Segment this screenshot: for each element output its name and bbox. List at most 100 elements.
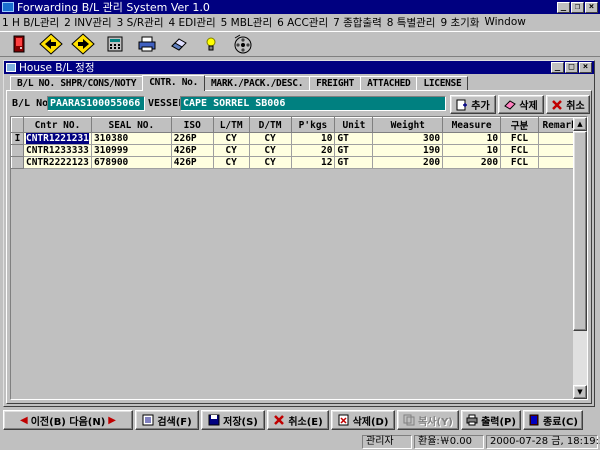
menu-edi[interactable]: 4 EDI관리 xyxy=(169,15,216,30)
forward-arrow-icon[interactable] xyxy=(68,33,98,55)
menu-inv[interactable]: 2 INV관리 xyxy=(64,15,111,30)
add-doc-icon xyxy=(456,99,468,110)
cell-ltm[interactable]: CY xyxy=(213,132,250,145)
calculator-icon[interactable] xyxy=(100,33,130,55)
cell-unit[interactable]: GT xyxy=(334,132,374,145)
row-header[interactable] xyxy=(11,156,24,169)
cell-measure[interactable]: 10 xyxy=(442,132,502,145)
save-button[interactable]: 저장(S) xyxy=(201,410,265,430)
exit-icon[interactable] xyxy=(4,33,34,55)
cell-pkgs[interactable]: 12 xyxy=(291,156,336,169)
scroll-up-arrow-icon[interactable]: ▲ xyxy=(573,117,587,131)
col-pkgs[interactable]: P'kgs xyxy=(290,117,336,133)
cell-ltm[interactable]: CY xyxy=(213,144,250,157)
table-row[interactable]: CNTR1233333 310999 426P CY CY 20 GT 190 … xyxy=(11,144,587,157)
bl-no-field[interactable]: PAARAS100055066 xyxy=(47,96,145,111)
col-ltm[interactable]: L/TM xyxy=(212,117,250,133)
tab-freight[interactable]: FREIGHT xyxy=(309,76,362,90)
prev-next-button[interactable]: ◀ 이전(B) 다음(N) ▶ xyxy=(3,410,133,430)
save-label: 저장(S) xyxy=(223,416,258,428)
cell-unit[interactable]: GT xyxy=(334,144,374,157)
cell-cntr-no[interactable]: CNTR1233333 xyxy=(23,144,92,157)
menu-acc[interactable]: 6 ACC관리 xyxy=(277,15,328,30)
child-close-button[interactable]: × xyxy=(579,62,592,73)
col-cntr-no[interactable]: Cntr NO. xyxy=(22,117,92,133)
col-measure[interactable]: Measure xyxy=(442,117,502,133)
col-iso[interactable]: ISO xyxy=(170,117,214,133)
col-weight[interactable]: Weight xyxy=(372,117,444,133)
cancel-edit-button[interactable]: 취소(E) xyxy=(267,410,329,430)
cell-pkgs[interactable]: 10 xyxy=(291,132,336,145)
restore-button[interactable]: ❐ xyxy=(571,1,584,13)
row-indicator[interactable]: I xyxy=(11,132,24,145)
delete-button[interactable]: 삭제 xyxy=(498,95,544,114)
tab-attached[interactable]: ATTACHED xyxy=(360,76,418,90)
cell-iso[interactable]: 226P xyxy=(171,132,214,145)
menu-special[interactable]: 8 특별관리 xyxy=(387,15,436,30)
col-seal-no[interactable]: SEAL NO. xyxy=(90,117,172,133)
cell-cntr-no[interactable]: CNTR1221231 xyxy=(23,132,92,145)
cell-unit[interactable]: GT xyxy=(334,156,374,169)
cell-seal-no[interactable]: 678900 xyxy=(91,156,172,169)
close-app-button[interactable]: 종료(C) xyxy=(523,410,583,430)
search-list-icon xyxy=(142,414,154,426)
cell-dtm[interactable]: CY xyxy=(249,144,292,157)
search-button[interactable]: 검색(F) xyxy=(135,410,199,430)
printer-icon[interactable] xyxy=(132,33,162,55)
menu-sr[interactable]: 3 S/R관리 xyxy=(117,15,164,30)
cell-ltm[interactable]: CY xyxy=(213,156,250,169)
eraser-icon[interactable] xyxy=(164,33,194,55)
print-button[interactable]: 출력(P) xyxy=(461,410,521,430)
search-label: 검색(F) xyxy=(157,416,192,428)
cell-type[interactable]: FCL xyxy=(500,144,539,157)
menu-mbl[interactable]: 5 MBL관리 xyxy=(221,15,272,30)
vessel-field[interactable]: CAPE SORREL SB006 xyxy=(180,96,446,111)
cell-dtm[interactable]: CY xyxy=(249,132,292,145)
tab-cntr-no[interactable]: CNTR. No. xyxy=(142,75,206,91)
col-type[interactable]: 구분 xyxy=(500,117,539,133)
cell-weight[interactable]: 300 xyxy=(372,132,444,145)
cell-iso[interactable]: 426P xyxy=(171,156,214,169)
delete-record-button[interactable]: 삭제(D) xyxy=(331,410,395,430)
close-button[interactable]: × xyxy=(585,1,598,13)
menu-init[interactable]: 9 초기화 xyxy=(440,15,479,30)
container-grid: Cntr NO. SEAL NO. ISO L/TM D/TM P'kgs Un… xyxy=(10,116,588,400)
col-dtm[interactable]: D/TM xyxy=(248,117,292,133)
cell-cntr-no[interactable]: CNTR2222123 xyxy=(23,156,92,169)
scroll-thumb[interactable] xyxy=(573,131,587,331)
scroll-down-arrow-icon[interactable]: ▼ xyxy=(573,385,587,399)
vertical-scrollbar[interactable]: ▲ ▼ xyxy=(573,117,587,399)
child-minimize-button[interactable]: _ xyxy=(551,62,564,73)
cell-dtm[interactable]: CY xyxy=(249,156,292,169)
tab-bl-no[interactable]: B/L NO. SHPR/CONS/NOTY xyxy=(10,76,144,90)
menu-hbl[interactable]: 1 H B/L관리 xyxy=(2,15,59,30)
col-unit[interactable]: Unit xyxy=(334,117,374,133)
copy-button[interactable]: 복사(Y) xyxy=(397,410,459,430)
cell-type[interactable]: FCL xyxy=(500,132,539,145)
film-reel-icon[interactable] xyxy=(228,33,258,55)
table-row[interactable]: CNTR2222123 678900 426P CY CY 12 GT 200 … xyxy=(11,156,587,169)
cancel-button[interactable]: 취소 xyxy=(546,95,590,114)
tab-mark-pack-desc[interactable]: MARK./PACK./DESC. xyxy=(204,76,311,90)
menu-report[interactable]: 7 종합출력 xyxy=(333,15,382,30)
minimize-button[interactable]: _ xyxy=(557,1,570,13)
row-header[interactable] xyxy=(11,144,24,157)
cell-pkgs[interactable]: 20 xyxy=(291,144,336,157)
back-arrow-icon[interactable] xyxy=(36,33,66,55)
lightbulb-icon[interactable] xyxy=(196,33,226,55)
cell-weight[interactable]: 200 xyxy=(372,156,444,169)
add-button[interactable]: 추가 xyxy=(450,95,496,114)
container-table: Cntr NO. SEAL NO. ISO L/TM D/TM P'kgs Un… xyxy=(11,117,587,169)
cell-measure[interactable]: 200 xyxy=(442,156,502,169)
cell-measure[interactable]: 10 xyxy=(442,144,502,157)
cell-type[interactable]: FCL xyxy=(500,156,539,169)
child-maximize-button[interactable]: □ xyxy=(565,62,578,73)
table-row[interactable]: I CNTR1221231 310380 226P CY CY 10 GT 30… xyxy=(11,132,587,145)
cell-weight[interactable]: 190 xyxy=(372,144,444,157)
tab-license[interactable]: LICENSE xyxy=(416,76,469,90)
cell-seal-no[interactable]: 310380 xyxy=(91,132,172,145)
cell-iso[interactable]: 426P xyxy=(171,144,214,157)
cell-seal-no[interactable]: 310999 xyxy=(91,144,172,157)
close-app-label: 종료(C) xyxy=(543,416,578,428)
menu-window[interactable]: Window xyxy=(484,16,525,28)
